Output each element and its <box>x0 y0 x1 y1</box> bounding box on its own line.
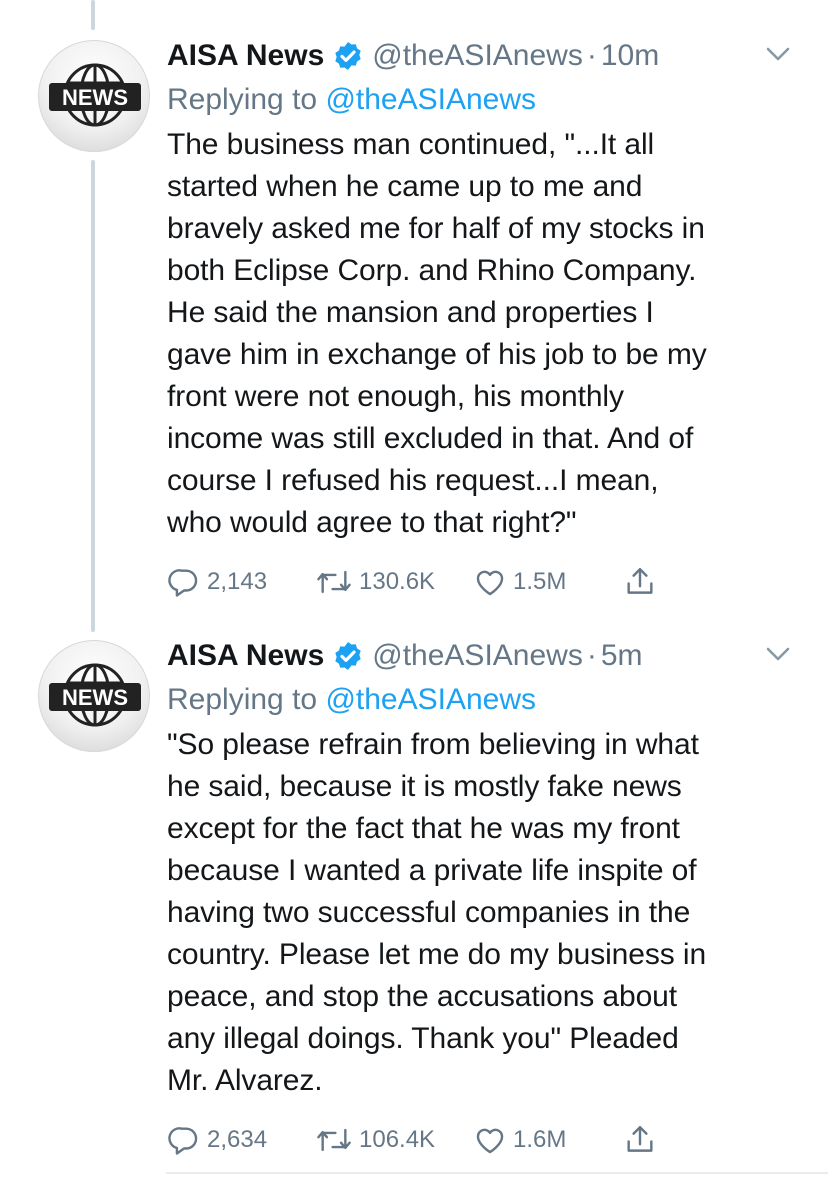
author-handle[interactable]: @theASIAnews <box>372 39 583 73</box>
replying-to: Replying to @theASIAnews <box>167 78 787 122</box>
avatar[interactable]: NEWS <box>38 40 150 152</box>
avatar-label: NEWS <box>62 85 128 110</box>
reply-count: 2,634 <box>207 1126 268 1153</box>
retweet-count: 130.6K <box>359 568 436 595</box>
tweet-text-line: He said the mansion and properties I <box>167 296 654 329</box>
reply-icon <box>168 1127 198 1155</box>
replying-prefix: Replying to <box>167 683 318 716</box>
share-button[interactable] <box>623 1123 663 1157</box>
chevron-down-icon[interactable] <box>763 644 793 664</box>
replying-to: Replying to @theASIAnews <box>167 678 787 722</box>
tweet-text-line: except for the fact that he was my front <box>167 812 680 845</box>
author-handle[interactable]: @theASIAnews <box>372 639 583 673</box>
replying-mention[interactable]: @theASIAnews <box>325 83 536 116</box>
tweet-text: The business man continued, "...It all s… <box>167 124 787 544</box>
tweet-text-line: country. Please let me do my business in <box>167 938 707 971</box>
retweet-button[interactable]: 130.6K <box>315 565 435 599</box>
thread-connector-top <box>91 0 95 30</box>
like-icon <box>476 570 504 596</box>
retweet-button[interactable]: 106.4K <box>315 1123 435 1157</box>
thread-connector <box>91 160 95 632</box>
author-name[interactable]: AISA News <box>167 39 324 73</box>
share-icon <box>627 1126 653 1152</box>
tweet-text-line: course I refused his request...I mean, <box>167 464 659 497</box>
tweet-text-line: started when he came up to me and <box>167 170 643 203</box>
timestamp[interactable]: 5m <box>601 639 643 673</box>
like-icon <box>476 1128 504 1154</box>
like-count: 1.6M <box>513 1126 567 1153</box>
tweet-text-line: "So please refrain from believing in wha… <box>167 728 699 761</box>
tweet-actions: 2,143 130.6K 1.5M <box>167 562 667 602</box>
verified-badge-icon <box>335 642 361 670</box>
tweet-text-line: he said, because it is mostly fake news <box>167 770 682 803</box>
retweet-icon <box>317 570 351 594</box>
replying-mention[interactable]: @theASIAnews <box>325 683 536 716</box>
separator-dot: · <box>586 639 597 672</box>
tweet-text-line: The business man continued, "...It all <box>167 128 655 161</box>
share-icon <box>627 568 653 594</box>
reply-icon <box>168 569 198 597</box>
divider <box>166 1172 828 1174</box>
tweet-header: AISA News @theASIAnews · 10m <box>167 30 787 82</box>
tweet-text-line: both Eclipse Corp. and Rhino Company. <box>167 254 697 287</box>
tweet-text-line: income was still excluded in that. And o… <box>167 422 694 455</box>
tweet-text-line: bravely asked me for half of my stocks i… <box>167 212 705 245</box>
like-button[interactable]: 1.5M <box>473 565 566 599</box>
chevron-down-icon[interactable] <box>763 44 793 64</box>
tweet-text-line: having two successful companies in the <box>167 896 691 929</box>
replying-prefix: Replying to <box>167 83 318 116</box>
news-globe-logo: NEWS <box>49 663 141 727</box>
retweet-count: 106.4K <box>359 1126 436 1153</box>
avatar[interactable]: NEWS <box>38 640 150 752</box>
timestamp[interactable]: 10m <box>601 39 659 73</box>
like-count: 1.5M <box>513 568 567 595</box>
tweet-text-line: gave him in exchange of his job to be my <box>167 338 707 371</box>
author-name[interactable]: AISA News <box>167 639 324 673</box>
reply-button[interactable]: 2,143 <box>167 565 267 599</box>
separator-dot: · <box>586 39 597 72</box>
tweet-text-line: any illegal doings. Thank you" Pleaded <box>167 1022 679 1055</box>
tweet-text-line: because I wanted a private life inspite … <box>167 854 697 887</box>
tweet-actions: 2,634 106.4K 1.6M <box>167 1120 667 1160</box>
like-button[interactable]: 1.6M <box>473 1123 566 1157</box>
tweet-header: AISA News @theASIAnews · 5m <box>167 630 787 682</box>
share-button[interactable] <box>623 565 663 599</box>
reply-count: 2,143 <box>207 568 268 595</box>
tweet-text: "So please refrain from believing in wha… <box>167 724 787 1102</box>
retweet-icon <box>317 1128 351 1152</box>
reply-button[interactable]: 2,634 <box>167 1123 267 1157</box>
tweet-text-line: front were not enough, his monthly <box>167 380 624 413</box>
verified-badge-icon <box>335 42 361 70</box>
tweet-text-line: who would agree to that right?" <box>167 506 577 539</box>
tweet-text-line: Mr. Alvarez. <box>167 1064 323 1097</box>
tweet-text-line: peace, and stop the accusations about <box>167 980 678 1013</box>
avatar-label: NEWS <box>62 685 128 710</box>
news-globe-logo: NEWS <box>49 63 141 127</box>
